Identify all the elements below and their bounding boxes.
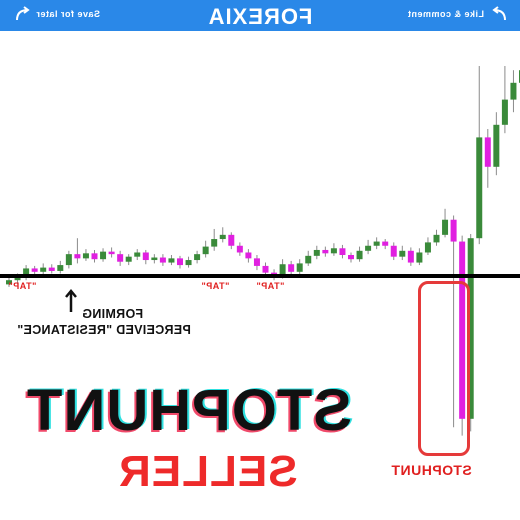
candle-body	[416, 252, 423, 263]
candle-body	[151, 257, 158, 261]
candle-body	[501, 99, 508, 125]
perceived-resistance-annotation: PERCEIVED "RESISTANCE"	[17, 323, 191, 337]
curved-arrow-icon[interactable]	[14, 6, 32, 24]
stophunt-title: STOPHUNT	[26, 378, 352, 443]
candle-body	[100, 251, 107, 260]
candle-body	[57, 265, 64, 271]
forming-annotation: FORMING	[82, 307, 144, 321]
candle-body	[476, 137, 483, 239]
candle-body	[510, 82, 517, 100]
candle-body	[253, 258, 260, 266]
candle-body	[424, 242, 431, 253]
stophunt-highlight-box	[418, 281, 470, 456]
candle-body	[159, 257, 166, 263]
tap-label: "TAP"	[256, 281, 285, 291]
candle-body	[211, 239, 218, 247]
candle-body	[134, 252, 141, 257]
stophunt-label: STOPHUNT	[391, 462, 472, 478]
candle-body	[450, 219, 457, 242]
candle-body	[219, 234, 226, 240]
candle-body	[117, 254, 124, 262]
candle-body	[40, 267, 47, 272]
tap-label: "TAP"	[8, 281, 37, 291]
arrow-up-icon	[65, 289, 77, 312]
candle-body	[305, 255, 312, 264]
candle-body	[65, 254, 72, 266]
candle-body	[202, 246, 209, 255]
candle-body	[142, 252, 149, 261]
top-bar: Like & comment FOREXIA Save for later	[0, 0, 520, 31]
candle-body	[348, 255, 354, 260]
candle-body	[313, 249, 320, 256]
save-later-text[interactable]: Save for later	[36, 9, 100, 19]
candle-body	[194, 254, 201, 261]
candle-body	[390, 245, 397, 257]
candle-body	[228, 234, 235, 246]
candle-body	[245, 252, 252, 259]
candle-body	[236, 245, 243, 253]
top-bar-content: Like & comment FOREXIA Save for later	[0, 0, 520, 31]
candle-body	[108, 251, 115, 255]
tap-label: "TAP"	[201, 281, 230, 291]
candle-body	[168, 258, 175, 263]
candle-body	[74, 254, 81, 259]
candle-body	[433, 234, 440, 243]
candle-body	[330, 248, 337, 254]
candle-body	[382, 241, 389, 246]
candle-body	[48, 267, 55, 271]
candle-body	[442, 219, 449, 235]
candle-body	[296, 263, 303, 272]
candle-body	[373, 241, 380, 246]
candle-body	[322, 249, 329, 254]
candle-body	[288, 264, 295, 272]
candle-body	[407, 250, 414, 263]
candle-body	[177, 258, 183, 266]
candle-body	[339, 248, 346, 255]
seller-title: SELLER	[118, 447, 298, 496]
candle-body	[484, 137, 491, 167]
candle-body	[185, 260, 192, 266]
candle-body	[125, 256, 132, 262]
candle-body	[31, 268, 38, 272]
candle-body	[399, 250, 406, 257]
candle-body	[91, 253, 98, 260]
candle-body	[356, 250, 363, 260]
candle-body	[365, 245, 372, 251]
candle-body	[82, 253, 89, 259]
candle-body	[262, 265, 269, 273]
candle-body	[493, 124, 500, 167]
